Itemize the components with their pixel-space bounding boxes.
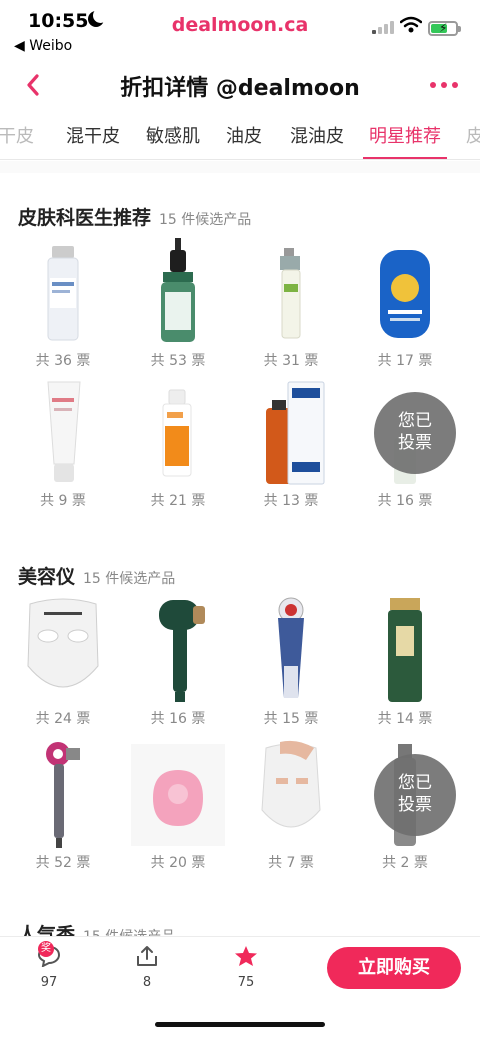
vote-count: 共 15 票 <box>263 711 319 727</box>
vote-count: 共 53 票 <box>150 353 206 369</box>
more-options-icon[interactable] <box>430 74 460 94</box>
category-tabs: 干皮 混干皮 敏感肌 油皮 混油皮 明星推荐 皮 <box>0 112 480 160</box>
vote-count: 共 31 票 <box>263 353 319 369</box>
tab-combo-oily[interactable]: 混油皮 <box>290 122 344 148</box>
ipl-green-image <box>388 598 422 702</box>
vote-count: 共 24 票 <box>35 711 91 727</box>
section-title-dermatologist: 皮肤科医生推荐 15 件候选产品 <box>18 207 252 229</box>
sunscreen-orange-image <box>162 389 192 477</box>
tab-next[interactable]: 皮 <box>466 122 480 148</box>
tab-dry-skin[interactable]: 干皮 <box>0 122 34 148</box>
page-title: 折扣详情 @dealmoon <box>120 76 360 101</box>
vote-count: 共 17 票 <box>377 353 433 369</box>
vote-count: 共 36 票 <box>35 353 91 369</box>
sunscreen-blue-image <box>380 250 430 338</box>
dyson-dryer-image <box>46 742 80 848</box>
shampoo-image <box>266 381 325 485</box>
cream-tube-image <box>47 381 81 482</box>
tab-sensitive[interactable]: 敏感肌 <box>146 122 200 148</box>
voted-badge: 您已 投票 <box>374 754 456 836</box>
vote-count: 共 16 票 <box>150 711 206 727</box>
pump-serum-image <box>280 248 301 339</box>
share-icon <box>137 946 157 966</box>
home-indicator <box>155 1022 325 1027</box>
vote-count: 共 20 票 <box>150 855 206 871</box>
section-title-beauty-devices: 美容仪 15 件候选产品 <box>18 566 176 588</box>
favorite-count: 75 <box>237 975 255 990</box>
battery-icon: ⚡ <box>428 21 461 36</box>
tab-oily[interactable]: 油皮 <box>226 122 262 148</box>
title-bar: 折扣详情 @dealmoon <box>0 62 480 108</box>
vote-count: 共 9 票 <box>40 493 86 509</box>
vote-count: 共 14 票 <box>377 711 433 727</box>
buy-now-button[interactable]: 立即购买 <box>327 947 461 989</box>
hair-dryer-green-image <box>159 600 205 702</box>
dropper-serum-image <box>161 238 195 342</box>
back-to-app-link[interactable]: ◀ Weibo <box>14 38 72 54</box>
vote-count: 共 13 票 <box>263 493 319 509</box>
divider <box>0 161 480 173</box>
led-mask-image <box>27 598 99 688</box>
tab-celebrity-picks[interactable]: 明星推荐 <box>369 122 441 148</box>
vote-count: 共 52 票 <box>35 855 91 871</box>
reward-badge: 奖 <box>38 941 54 957</box>
active-tab-indicator <box>363 157 447 159</box>
comments-button[interactable]: 奖 97 <box>24 941 74 990</box>
vote-count: 共 2 票 <box>382 855 428 871</box>
vote-count: 共 16 票 <box>377 493 433 509</box>
star-icon <box>235 946 257 966</box>
spray-bottle-image <box>47 246 79 341</box>
tab-combo-dry[interactable]: 混干皮 <box>66 122 120 148</box>
section-subtitle: 15 件候选产品 <box>83 571 176 587</box>
face-device-image <box>278 597 304 698</box>
favorite-button[interactable]: 75 <box>221 945 271 990</box>
face-mask-device-image <box>261 740 321 828</box>
cleansing-brush-image <box>131 744 225 846</box>
comment-count: 97 <box>40 975 58 990</box>
voted-badge: 您已 投票 <box>374 392 456 474</box>
signal-icon <box>372 20 394 34</box>
status-bar: 10:55 ◀ Weibo dealmoon.ca ⚡ <box>0 0 480 60</box>
vote-count: 共 21 票 <box>150 493 206 509</box>
share-button[interactable]: 8 <box>122 945 172 990</box>
vote-count: 共 7 票 <box>268 855 314 871</box>
section-subtitle: 15 件候选产品 <box>159 212 252 228</box>
wifi-icon <box>400 16 422 33</box>
share-count: 8 <box>142 975 152 990</box>
